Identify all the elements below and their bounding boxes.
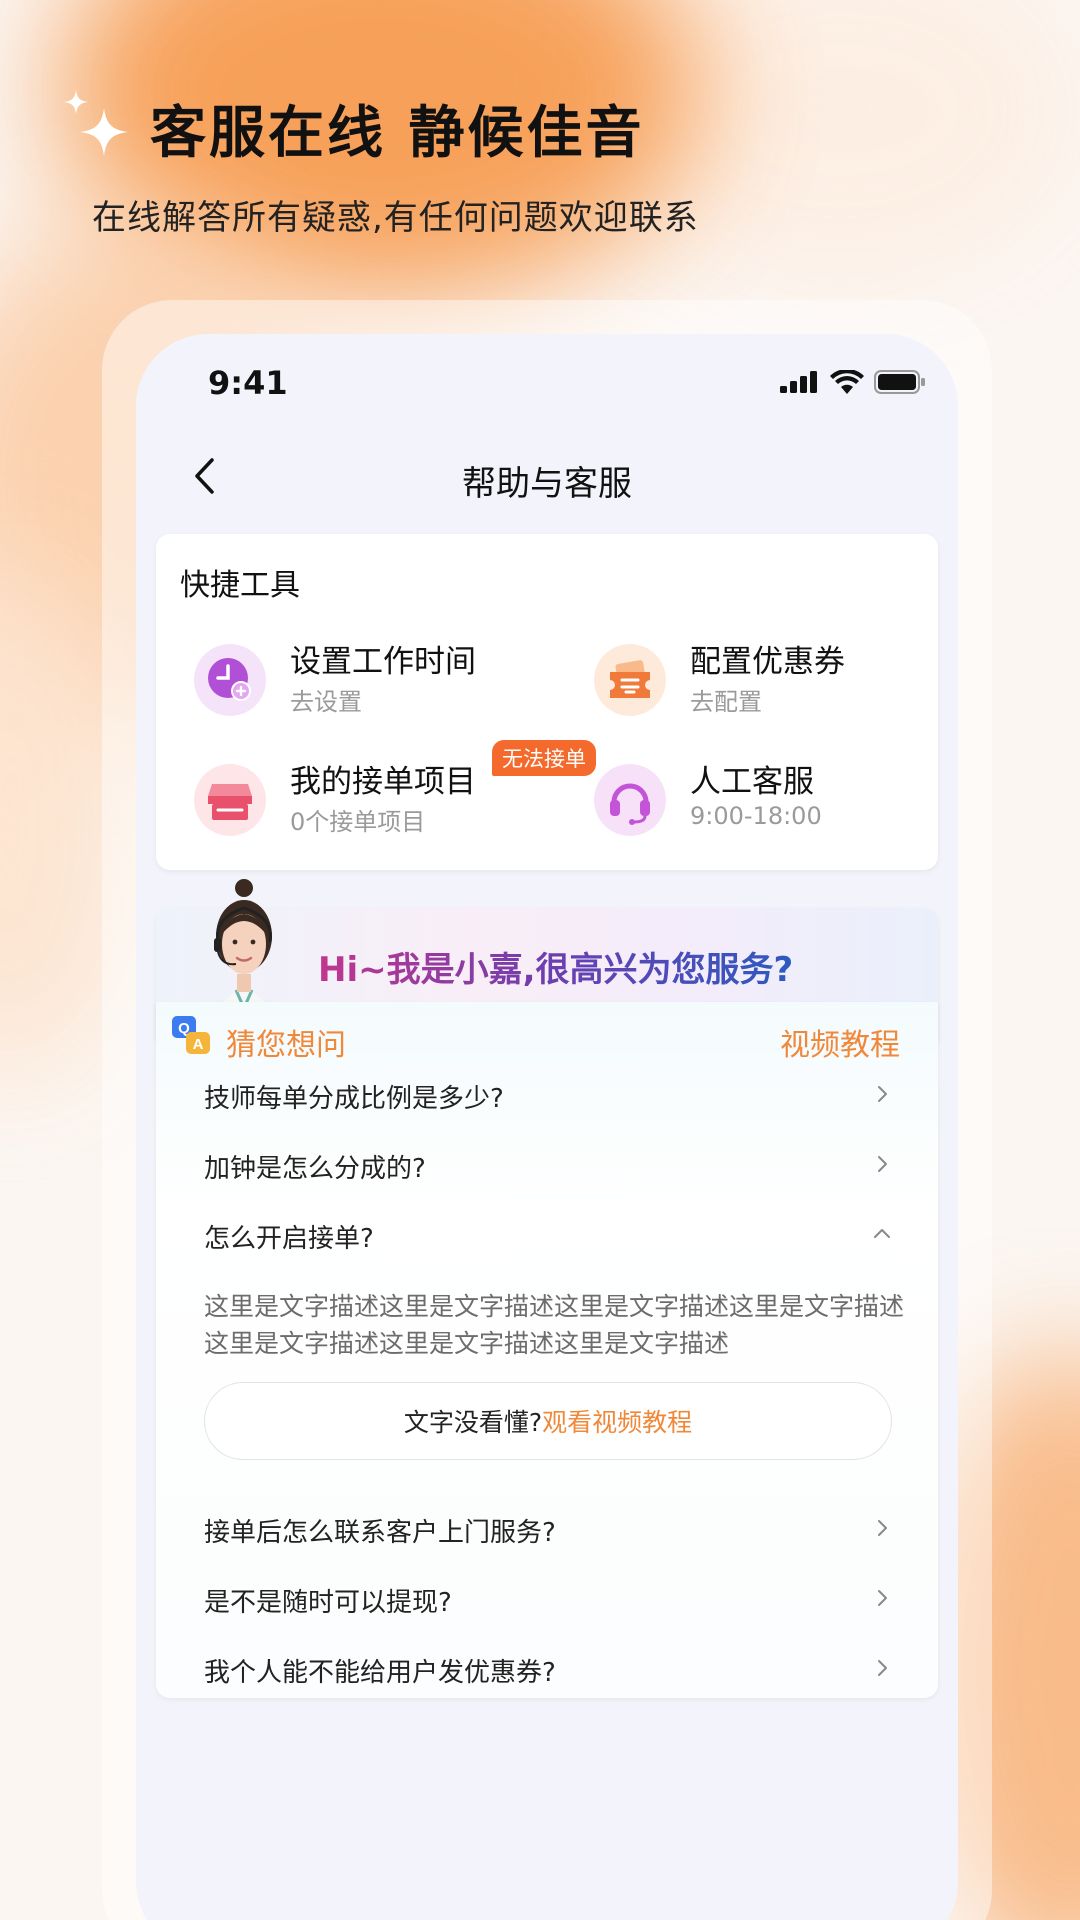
coupon-icon (594, 644, 666, 716)
faq-question: 是不是随时可以提现? (204, 1588, 452, 1618)
tool-sub: 去配置 (690, 688, 762, 716)
tool-name: 配置优惠券 (690, 644, 845, 680)
wifi-icon (830, 370, 864, 394)
faq-question: 接单后怎么联系客户上门服务? (204, 1518, 556, 1548)
tool-human-service[interactable]: 人工客服 9:00-18:00 (580, 744, 940, 844)
tool-name: 我的接单项目 (290, 764, 476, 800)
faq-question: 加钟是怎么分成的? (204, 1154, 426, 1184)
quick-tools-title: 快捷工具 (180, 568, 300, 603)
signal-icon (780, 371, 817, 393)
chevron-right-icon (878, 1520, 887, 1536)
chevron-up-icon (874, 1229, 890, 1238)
chevron-right-icon (878, 1590, 887, 1606)
faq-item[interactable]: 技师每单分成比例是多少? (204, 1068, 894, 1128)
hero-title-row: 客服在线 静候佳音 (64, 88, 645, 169)
faq-card: Q A 猜您想问 视频教程 技师每单分成比例是多少? 加钟是怎么分成的? 怎么开… (156, 1002, 938, 1698)
video-button-prefix: 文字没看懂? (403, 1408, 543, 1437)
tool-name: 人工客服 (690, 764, 814, 800)
faq-question: 怎么开启接单? (204, 1224, 374, 1254)
assistant-greeting: Hi~我是小嘉,很高兴为您服务? (318, 942, 793, 991)
nav-bar: 帮助与客服 (136, 434, 958, 514)
faq-item-expanded[interactable]: 怎么开启接单? (204, 1208, 894, 1268)
faq-item[interactable]: 加钟是怎么分成的? (204, 1138, 894, 1198)
status-bar: 9:41 (136, 334, 958, 414)
watch-video-button[interactable]: 文字没看懂? 观看视频教程 (204, 1382, 892, 1460)
clock-plus-icon (194, 644, 266, 716)
tool-sub: 9:00-18:00 (690, 802, 822, 830)
hero-title: 客服在线 静候佳音 (150, 101, 645, 166)
faq-answer: 这里是文字描述这里是文字描述这里是文字描述这里是文字描述这里是文字描述这里是文字… (204, 1292, 905, 1358)
sparkle-icon (64, 89, 132, 168)
tool-name: 设置工作时间 (290, 644, 476, 680)
quick-tools-card: 快捷工具 设置工作时间 去设置 配置优惠券 去配置 我的接单项目 无法接单 0个… (156, 534, 938, 870)
hero-subtitle: 在线解答所有疑惑,有任何问题欢迎联系 (92, 198, 699, 238)
faq-question: 技师每单分成比例是多少? (204, 1084, 504, 1114)
tool-coupon[interactable]: 配置优惠券 去配置 (580, 624, 940, 724)
tool-orders[interactable]: 我的接单项目 无法接单 0个接单项目 (180, 740, 596, 844)
faq-item[interactable]: 我个人能不能给用户发优惠券? (204, 1642, 894, 1702)
tool-work-time[interactable]: 设置工作时间 去设置 (180, 624, 540, 724)
video-button-accent: 观看视频教程 (542, 1408, 693, 1437)
faq-title: 猜您想问 (226, 1028, 346, 1063)
phone-screen: 9:41 帮助与客服 快捷工具 设置工作时间 去设置 配置优惠券 去配置 我的接… (136, 334, 958, 1920)
tool-sub: 去设置 (290, 688, 362, 716)
chevron-right-icon (878, 1086, 887, 1102)
faq-question: 我个人能不能给用户发优惠券? (204, 1658, 556, 1688)
chevron-right-icon (878, 1660, 887, 1676)
status-icons (780, 370, 926, 394)
store-icon (194, 764, 266, 836)
headset-icon (594, 764, 666, 836)
faq-item[interactable]: 是不是随时可以提现? (204, 1572, 894, 1632)
tool-sub: 0个接单项目 (290, 808, 426, 836)
svg-text:A: A (193, 1036, 204, 1053)
status-time: 9:41 (208, 364, 288, 402)
video-tutorial-link[interactable]: 视频教程 (780, 1020, 900, 1064)
chevron-right-icon (878, 1156, 887, 1172)
faq-item[interactable]: 接单后怎么联系客户上门服务? (204, 1502, 894, 1562)
qa-icon: Q A (172, 1016, 212, 1056)
battery-icon (874, 370, 925, 394)
page-title: 帮助与客服 (462, 464, 632, 504)
